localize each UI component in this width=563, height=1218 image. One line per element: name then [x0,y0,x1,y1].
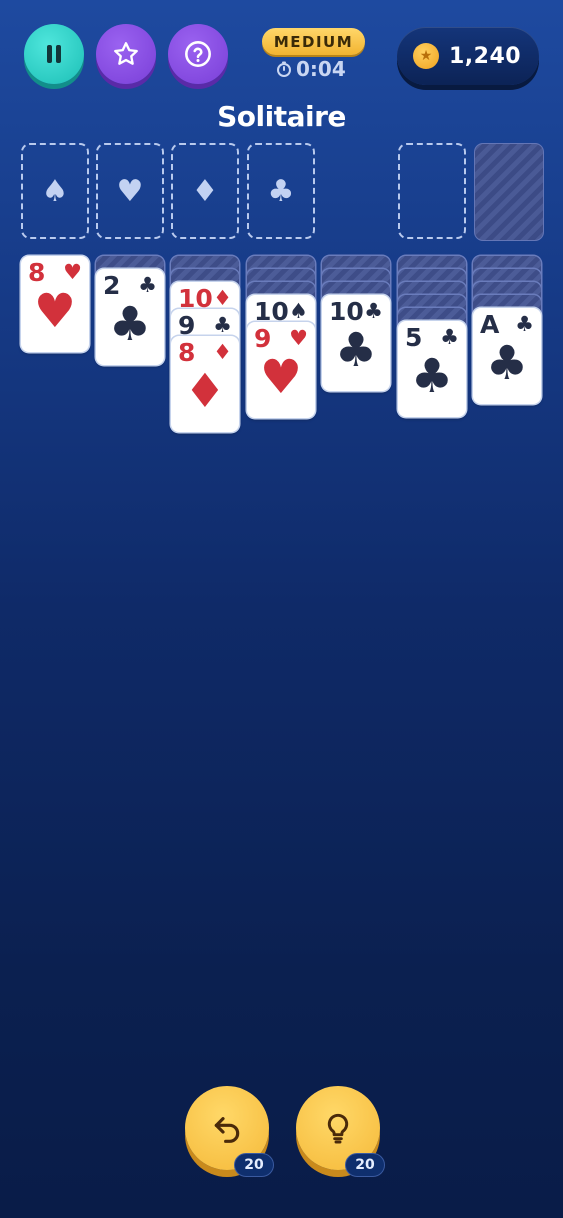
coin-balance[interactable]: ★ 1,240 [397,27,539,85]
card-center-suit-icon: ♣ [485,336,529,391]
hint-count-badge: 20 [345,1153,385,1177]
card-rank: A [480,310,500,339]
card-suit-icon: ♣ [364,299,383,323]
card-center-suit-icon: ♣ [410,349,454,404]
foundation-slot[interactable]: ♣ [247,143,315,239]
playing-card[interactable]: A ♣ ♣ [473,308,541,404]
card-suit-icon: ♠ [289,299,308,323]
timer-value: 0:04 [296,57,346,81]
pause-button[interactable] [24,24,84,84]
favorite-button[interactable] [96,24,156,84]
card-rank: 8 [178,338,196,367]
card-center-suit-icon: ♥ [259,350,303,405]
spade-icon: ♠ [41,173,69,209]
card-suit-icon: ♥ [289,326,308,350]
card-center-suit-icon: ♣ [334,323,378,378]
card-suit-icon: ♣ [515,312,534,336]
undo-icon [214,1117,240,1143]
coin-icon: ★ [413,43,439,69]
card-suit-icon: ♣ [213,313,232,337]
card-suit-icon: ♣ [440,325,459,349]
playing-card[interactable]: 8 ♦ ♦ [171,336,239,432]
timer: 0:04 [276,57,356,81]
card-rank: 2 [103,271,121,300]
foundation-slot[interactable]: ♦ [171,143,239,239]
card-rank: 5 [405,323,423,352]
card-rank: 10 [329,297,364,326]
foundation-slot[interactable]: ♥ [96,143,164,239]
card-center-suit-icon: ♦ [183,364,227,419]
playing-card[interactable]: 8 ♥ ♥ [21,256,89,352]
heart-icon: ♥ [116,173,144,209]
playing-card[interactable]: 2 ♣ ♣ [96,269,164,365]
stock-pile[interactable] [474,143,544,241]
page-title: Solitaire [217,100,346,133]
card-rank: 8 [28,258,46,287]
foundation-slot[interactable]: ♠ [21,143,89,239]
card-suit-icon: ♥ [63,260,82,284]
playing-card[interactable]: 9 ♥ ♥ [247,322,315,418]
pause-icon [47,45,61,63]
card-center-suit-icon: ♥ [33,284,77,339]
star-icon [114,42,138,65]
playing-card[interactable]: 10 ♣ ♣ [322,295,390,391]
stopwatch-icon [277,61,291,77]
diamond-icon: ♦ [191,173,219,209]
coin-count: 1,240 [449,43,522,69]
card-rank: 9 [254,324,272,353]
question-icon [185,41,211,67]
club-icon: ♣ [267,173,295,209]
waste-pile[interactable] [398,143,466,239]
card-suit-icon: ♣ [138,273,157,297]
card-suit-icon: ♦ [213,340,232,364]
lightbulb-icon [327,1113,349,1144]
undo-count-badge: 20 [234,1153,274,1177]
difficulty-badge: MEDIUM [262,28,365,55]
card-center-suit-icon: ♣ [108,297,152,352]
playing-card[interactable]: 5 ♣ ♣ [398,321,466,417]
help-button[interactable] [168,24,228,84]
card-suit-icon: ♦ [213,286,232,310]
